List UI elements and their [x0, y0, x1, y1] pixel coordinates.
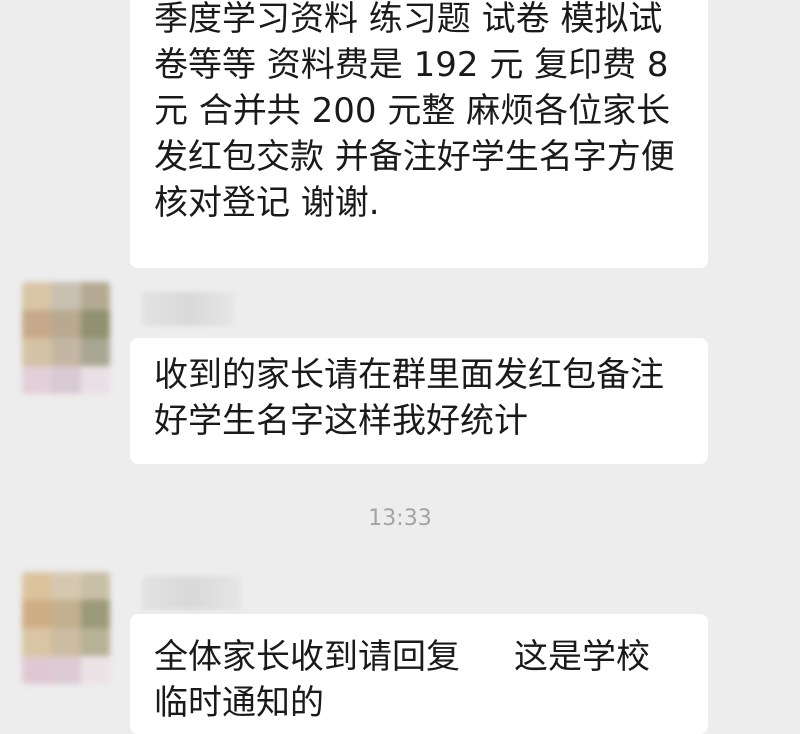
message-bubble-3[interactable]: 全体家长收到请回复 这是学校 临时通知的	[130, 614, 708, 734]
message-text-line: 发红包交款 并备注好学生名字方便	[154, 137, 675, 177]
message-text-line: 季度学习资料 练习题 试卷 模拟试	[154, 0, 663, 39]
message-bubble-2[interactable]: 收到的家长请在群里面发红包备注 好学生名字这样我好统计	[130, 338, 708, 464]
message-text-line: 临时通知的	[154, 683, 324, 723]
message-text-line: 好学生名字这样我好统计	[154, 401, 528, 441]
message-text-line: 全体家长收到请回复 这是学校	[154, 637, 651, 677]
sender-nickname-blurred	[142, 576, 242, 610]
message-text-line: 收到的家长请在群里面发红包备注	[154, 355, 664, 395]
sender-avatar[interactable]	[22, 572, 110, 684]
sender-nickname-blurred	[142, 292, 234, 326]
message-text-line: 卷等等 资料费是 192 元 复印费 8	[154, 45, 669, 85]
message-bubble-1[interactable]: 季度学习资料 练习题 试卷 模拟试 卷等等 资料费是 192 元 复印费 8 元…	[130, 0, 708, 268]
message-text-line: 元 合并共 200 元整 麻烦各位家长	[154, 91, 671, 131]
chat-timestamp: 13:33	[368, 506, 432, 531]
sender-avatar[interactable]	[22, 282, 110, 394]
message-text-line: 核对登记 谢谢.	[154, 183, 380, 223]
